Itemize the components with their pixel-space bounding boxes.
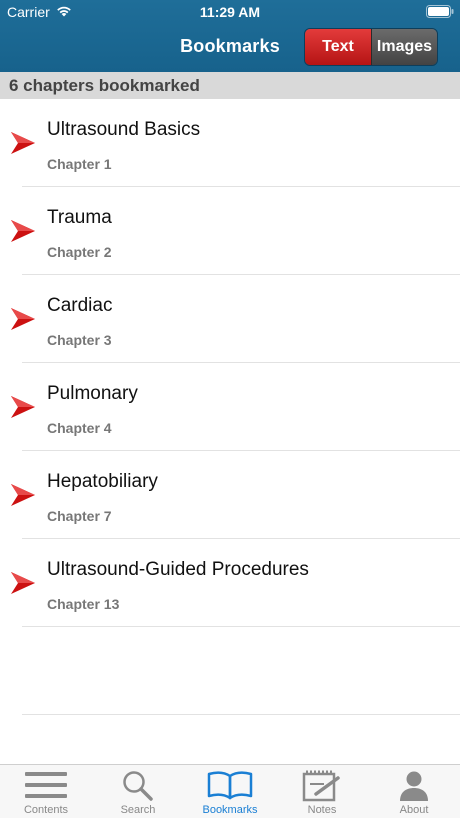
bookmark-list: Ultrasound Basics Chapter 1 Trauma Chapt… [0,99,460,715]
bookmark-arrow-icon [10,307,36,336]
bookmark-row-ultrasound-guided-procedures[interactable]: Ultrasound-Guided Procedures Chapter 13 [0,539,460,627]
bookmark-arrow-icon [10,219,36,248]
tab-label: Notes [307,804,337,816]
row-divider [22,714,460,715]
tab-label: About [399,804,429,816]
person-icon [399,770,429,807]
battery-icon [426,5,454,21]
segment-text[interactable]: Text [305,29,371,65]
bookmark-chapter: Chapter 13 [47,596,120,612]
empty-row [0,627,460,715]
clock: 11:29 AM [199,4,261,20]
tab-bookmarks[interactable]: Bookmarks [184,765,276,818]
bookmark-title: Pulmonary [47,383,138,404]
bookmark-row-pulmonary[interactable]: Pulmonary Chapter 4 [0,363,460,451]
page-title: Bookmarks [180,36,280,56]
bookmark-arrow-icon [10,483,36,512]
text-images-segmented-control[interactable]: Text Images [304,28,438,66]
bookmark-arrow-icon [10,395,36,424]
open-book-icon [206,770,254,805]
tab-contents[interactable]: Contents [0,765,92,818]
notepad-icon [302,770,342,807]
segment-images[interactable]: Images [371,29,437,65]
bookmark-arrow-icon [10,131,36,160]
bookmark-arrow-icon [10,571,36,600]
bookmark-title: Hepatobiliary [47,471,158,492]
tab-label: Search [120,804,156,816]
bookmark-title: Ultrasound Basics [47,119,201,140]
search-icon [122,770,154,807]
status-bar: Carrier 11:29 AM [0,0,460,24]
tab-about[interactable]: About [368,765,460,818]
bookmark-chapter: Chapter 1 [47,156,112,172]
navigation-header: Carrier 11:29 AM Bookmarks Text Images [0,0,460,72]
bookmark-chapter: Chapter 4 [47,420,112,436]
bookmark-title: Cardiac [47,295,113,316]
bookmark-chapter: Chapter 7 [47,508,112,524]
bookmark-chapter: Chapter 3 [47,332,112,348]
bookmark-row-cardiac[interactable]: Cardiac Chapter 3 [0,275,460,363]
bookmark-chapter: Chapter 2 [47,244,112,260]
tab-bar: Contents Search Bookmarks Notes About [0,764,460,818]
tab-label: Bookmarks [202,804,258,816]
bookmark-row-hepatobiliary[interactable]: Hepatobiliary Chapter 7 [0,451,460,539]
list-icon [25,770,67,805]
bookmark-title: Trauma [47,207,112,228]
section-header: 6 chapters bookmarked [0,72,460,99]
tab-label: Contents [23,804,69,816]
bookmark-title: Ultrasound-Guided Procedures [47,559,309,580]
tab-search[interactable]: Search [92,765,184,818]
tab-notes[interactable]: Notes [276,765,368,818]
bookmark-row-ultrasound-basics[interactable]: Ultrasound Basics Chapter 1 [0,99,460,187]
bookmark-row-trauma[interactable]: Trauma Chapter 2 [0,187,460,275]
